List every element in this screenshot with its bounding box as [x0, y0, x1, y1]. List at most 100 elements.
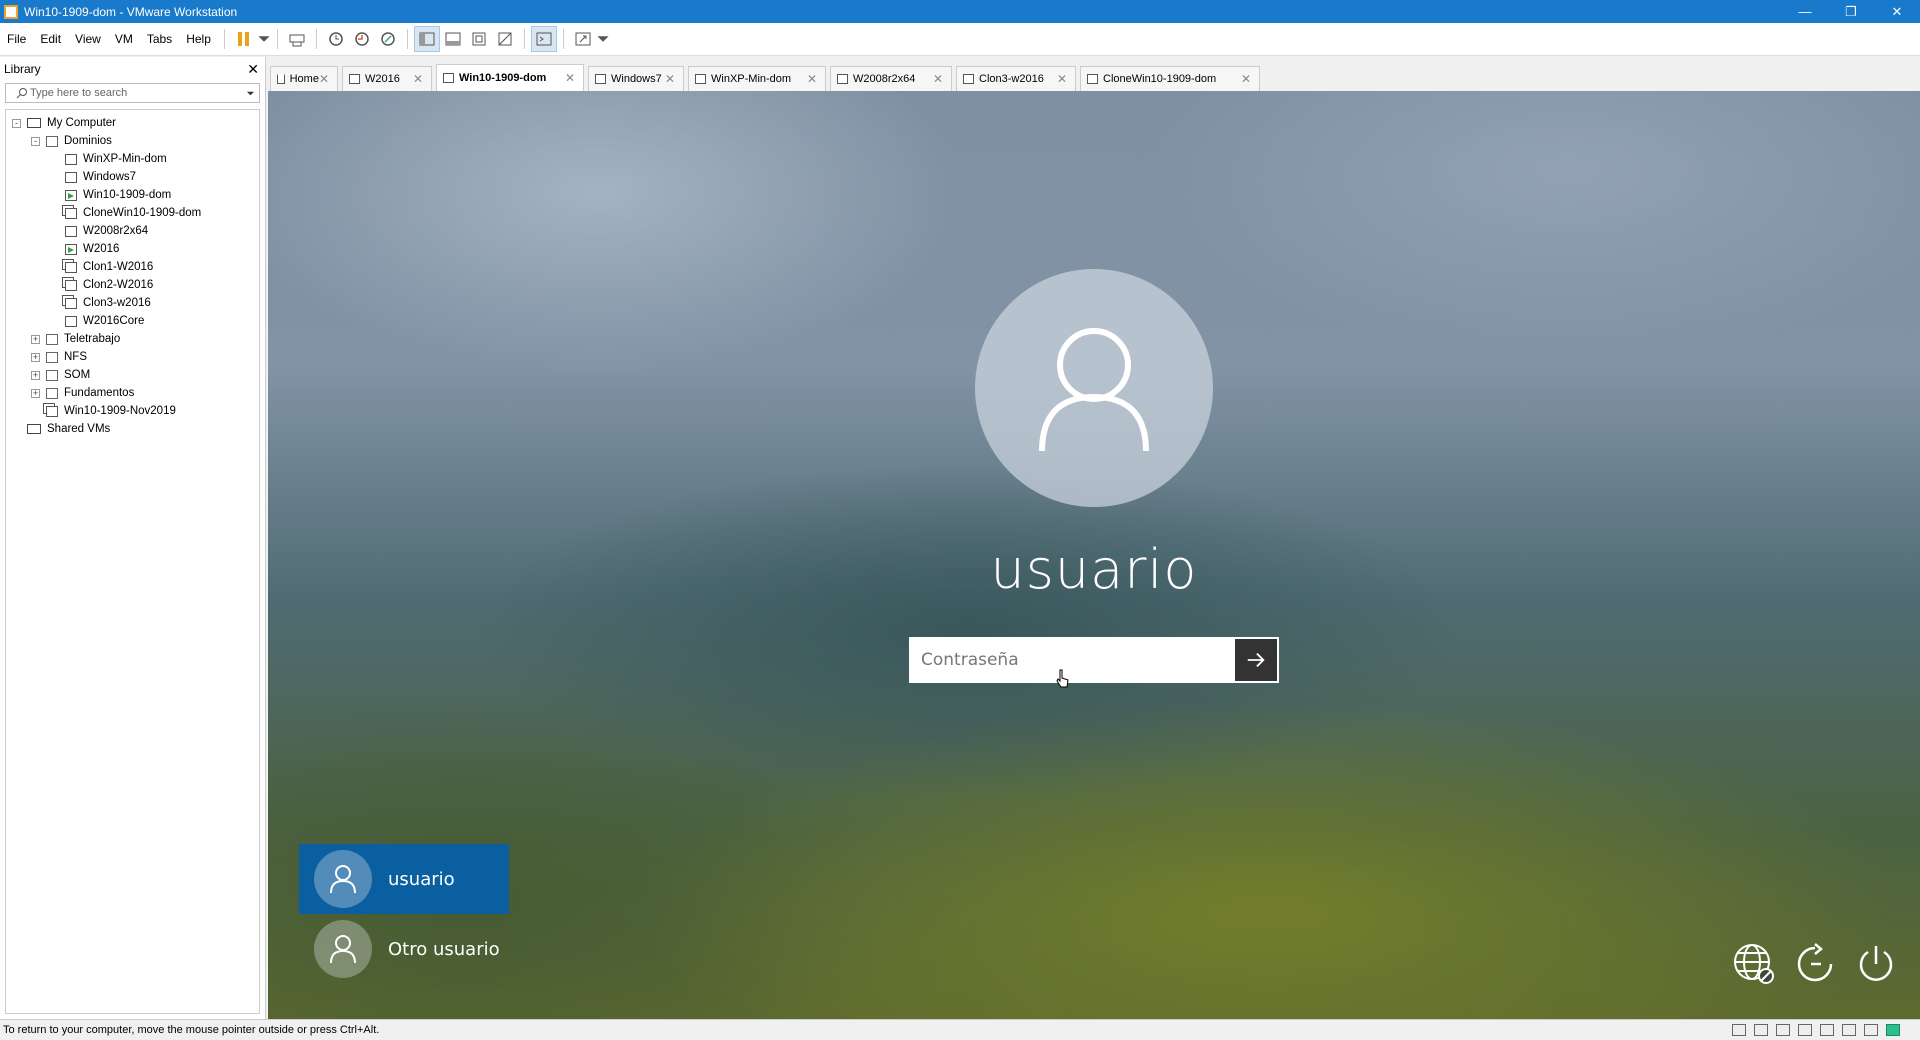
login-username: usuario: [990, 538, 1198, 601]
stretch-guest-icon[interactable]: [570, 26, 596, 52]
user-entry-otro-usuario[interactable]: Otro usuario: [299, 914, 509, 984]
tree-item[interactable]: + Fundamentos: [6, 384, 259, 402]
tree-item[interactable]: + NFS: [6, 348, 259, 366]
close-tab-icon[interactable]: ✕: [665, 72, 675, 86]
vm-clone-icon: [46, 405, 58, 417]
close-window-icon[interactable]: ✕: [1874, 0, 1920, 23]
tab-win10-1909-dom[interactable]: Win10-1909-dom ✕: [436, 64, 584, 91]
usb-icon[interactable]: [1842, 1024, 1856, 1036]
expand-icon[interactable]: +: [31, 352, 40, 362]
accessibility-icon[interactable]: [1790, 939, 1840, 989]
library-search[interactable]: Type here to search: [5, 83, 260, 103]
user-entry-label: usuario: [388, 868, 455, 890]
close-tab-icon[interactable]: ✕: [319, 72, 329, 86]
menu-tabs[interactable]: Tabs: [140, 23, 179, 56]
snapshot-icon[interactable]: [323, 26, 349, 52]
tree-item[interactable]: WinXP-Min-dom: [6, 150, 259, 168]
tree-item[interactable]: - My Computer: [6, 114, 259, 132]
toolbar-separator: [223, 29, 225, 49]
show-library-icon[interactable]: [413, 26, 440, 52]
tab-home[interactable]: Home ✕: [270, 66, 338, 91]
menu-view[interactable]: View: [68, 23, 108, 56]
tree-item-label: CloneWin10-1909-dom: [83, 207, 202, 219]
tab-windows7[interactable]: Windows7 ✕: [588, 66, 684, 91]
revert-snapshot-icon[interactable]: [349, 26, 375, 52]
tree-item[interactable]: - Dominios: [6, 132, 259, 150]
tab-clon3-w2016[interactable]: Clon3-w2016 ✕: [956, 66, 1076, 91]
tab-w2008r2x64[interactable]: W2008r2x64 ✕: [830, 66, 952, 91]
search-input[interactable]: Type here to search: [10, 87, 246, 99]
tree-item[interactable]: + SOM: [6, 366, 259, 384]
console-view-icon[interactable]: [530, 26, 557, 52]
minimize-icon[interactable]: —: [1782, 0, 1828, 23]
stretch-dropdown-icon[interactable]: [596, 26, 610, 52]
menu-help[interactable]: Help: [179, 23, 218, 56]
tree-item-label: SOM: [64, 369, 91, 381]
password-input[interactable]: [911, 639, 1235, 681]
display-icon[interactable]: [1864, 1024, 1878, 1036]
collapse-icon[interactable]: -: [31, 136, 40, 146]
user-entry-usuario[interactable]: usuario: [299, 844, 509, 914]
tree-item[interactable]: CloneWin10-1909-dom: [6, 204, 259, 222]
tree-item[interactable]: Win10-1909-Nov2019: [6, 402, 259, 420]
close-tab-icon[interactable]: ✕: [807, 72, 817, 86]
close-tab-icon[interactable]: ✕: [1057, 72, 1067, 86]
tree-item[interactable]: Windows7: [6, 168, 259, 186]
tab-winxp-min-dom[interactable]: WinXP-Min-dom ✕: [688, 66, 826, 91]
network-icon[interactable]: [1729, 939, 1779, 989]
submit-button[interactable]: [1235, 639, 1277, 681]
status-text: To return to your computer, move the mou…: [3, 1024, 380, 1036]
unity-icon[interactable]: [492, 26, 518, 52]
tree-item[interactable]: Win10-1909-dom: [6, 186, 259, 204]
home-icon: [277, 74, 285, 84]
tree-item[interactable]: Clon1-W2016: [6, 258, 259, 276]
tab-w2016[interactable]: W2016 ✕: [342, 66, 432, 91]
tree-item[interactable]: Clon2-W2016: [6, 276, 259, 294]
tree-item[interactable]: W2016Core: [6, 312, 259, 330]
sound-card-icon[interactable]: [1820, 1024, 1834, 1036]
tree-item[interactable]: Clon3-w2016: [6, 294, 259, 312]
restore-icon[interactable]: ❐: [1828, 0, 1874, 23]
vm-console[interactable]: usuario usuario Otro usuario: [268, 91, 1920, 1019]
tree-item-label: Dominios: [64, 135, 112, 147]
tree-item[interactable]: + Teletrabajo: [6, 330, 259, 348]
send-ctrl-alt-del-icon[interactable]: [284, 26, 310, 52]
expand-icon[interactable]: +: [31, 370, 40, 380]
user-icon: [330, 935, 356, 964]
user-entry-label: Otro usuario: [388, 938, 500, 960]
printer-icon[interactable]: [1798, 1024, 1812, 1036]
tab-clonewin10-1909-dom[interactable]: CloneWin10-1909-dom ✕: [1080, 66, 1260, 91]
hard-disk-icon[interactable]: [1732, 1024, 1746, 1036]
close-tab-icon[interactable]: ✕: [933, 72, 943, 86]
collapse-icon[interactable]: -: [12, 118, 21, 128]
status-bar: To return to your computer, move the mou…: [0, 1019, 1920, 1040]
menu-edit[interactable]: Edit: [33, 23, 68, 56]
vm-clone-icon: [65, 279, 77, 291]
power-dropdown-icon[interactable]: [257, 26, 271, 52]
vm-tab-strip: Home ✕ W2016 ✕ Win10-1909-dom ✕ Windows7 ✕ WinXP…: [270, 64, 1920, 91]
close-library-icon[interactable]: ✕: [247, 61, 259, 78]
close-tab-icon[interactable]: ✕: [413, 72, 423, 86]
menu-vm[interactable]: VM: [108, 23, 140, 56]
tree-item[interactable]: Shared VMs: [6, 420, 259, 438]
toolbar-separator: [523, 29, 525, 49]
cd-dvd-icon[interactable]: [1754, 1024, 1768, 1036]
tree-item[interactable]: W2008r2x64: [6, 222, 259, 240]
full-screen-icon[interactable]: [466, 26, 492, 52]
tree-item-label: My Computer: [47, 117, 117, 129]
search-dropdown-icon[interactable]: [246, 89, 255, 98]
network-adapter-icon[interactable]: [1776, 1024, 1790, 1036]
tree-item[interactable]: W2016: [6, 240, 259, 258]
close-tab-icon[interactable]: ✕: [565, 71, 575, 85]
close-tab-icon[interactable]: ✕: [1241, 72, 1251, 86]
snapshot-manager-icon[interactable]: [375, 26, 401, 52]
message-log-icon[interactable]: [1886, 1024, 1900, 1036]
thumbnail-bar-icon[interactable]: [440, 26, 466, 52]
expand-icon[interactable]: +: [31, 388, 40, 398]
menu-file[interactable]: File: [0, 23, 33, 56]
power-icon[interactable]: [1851, 939, 1901, 989]
pause-icon[interactable]: [231, 26, 257, 52]
vm-icon: [595, 74, 606, 84]
expand-icon[interactable]: +: [31, 334, 40, 344]
tree-item-label: Clon3-w2016: [83, 297, 151, 309]
